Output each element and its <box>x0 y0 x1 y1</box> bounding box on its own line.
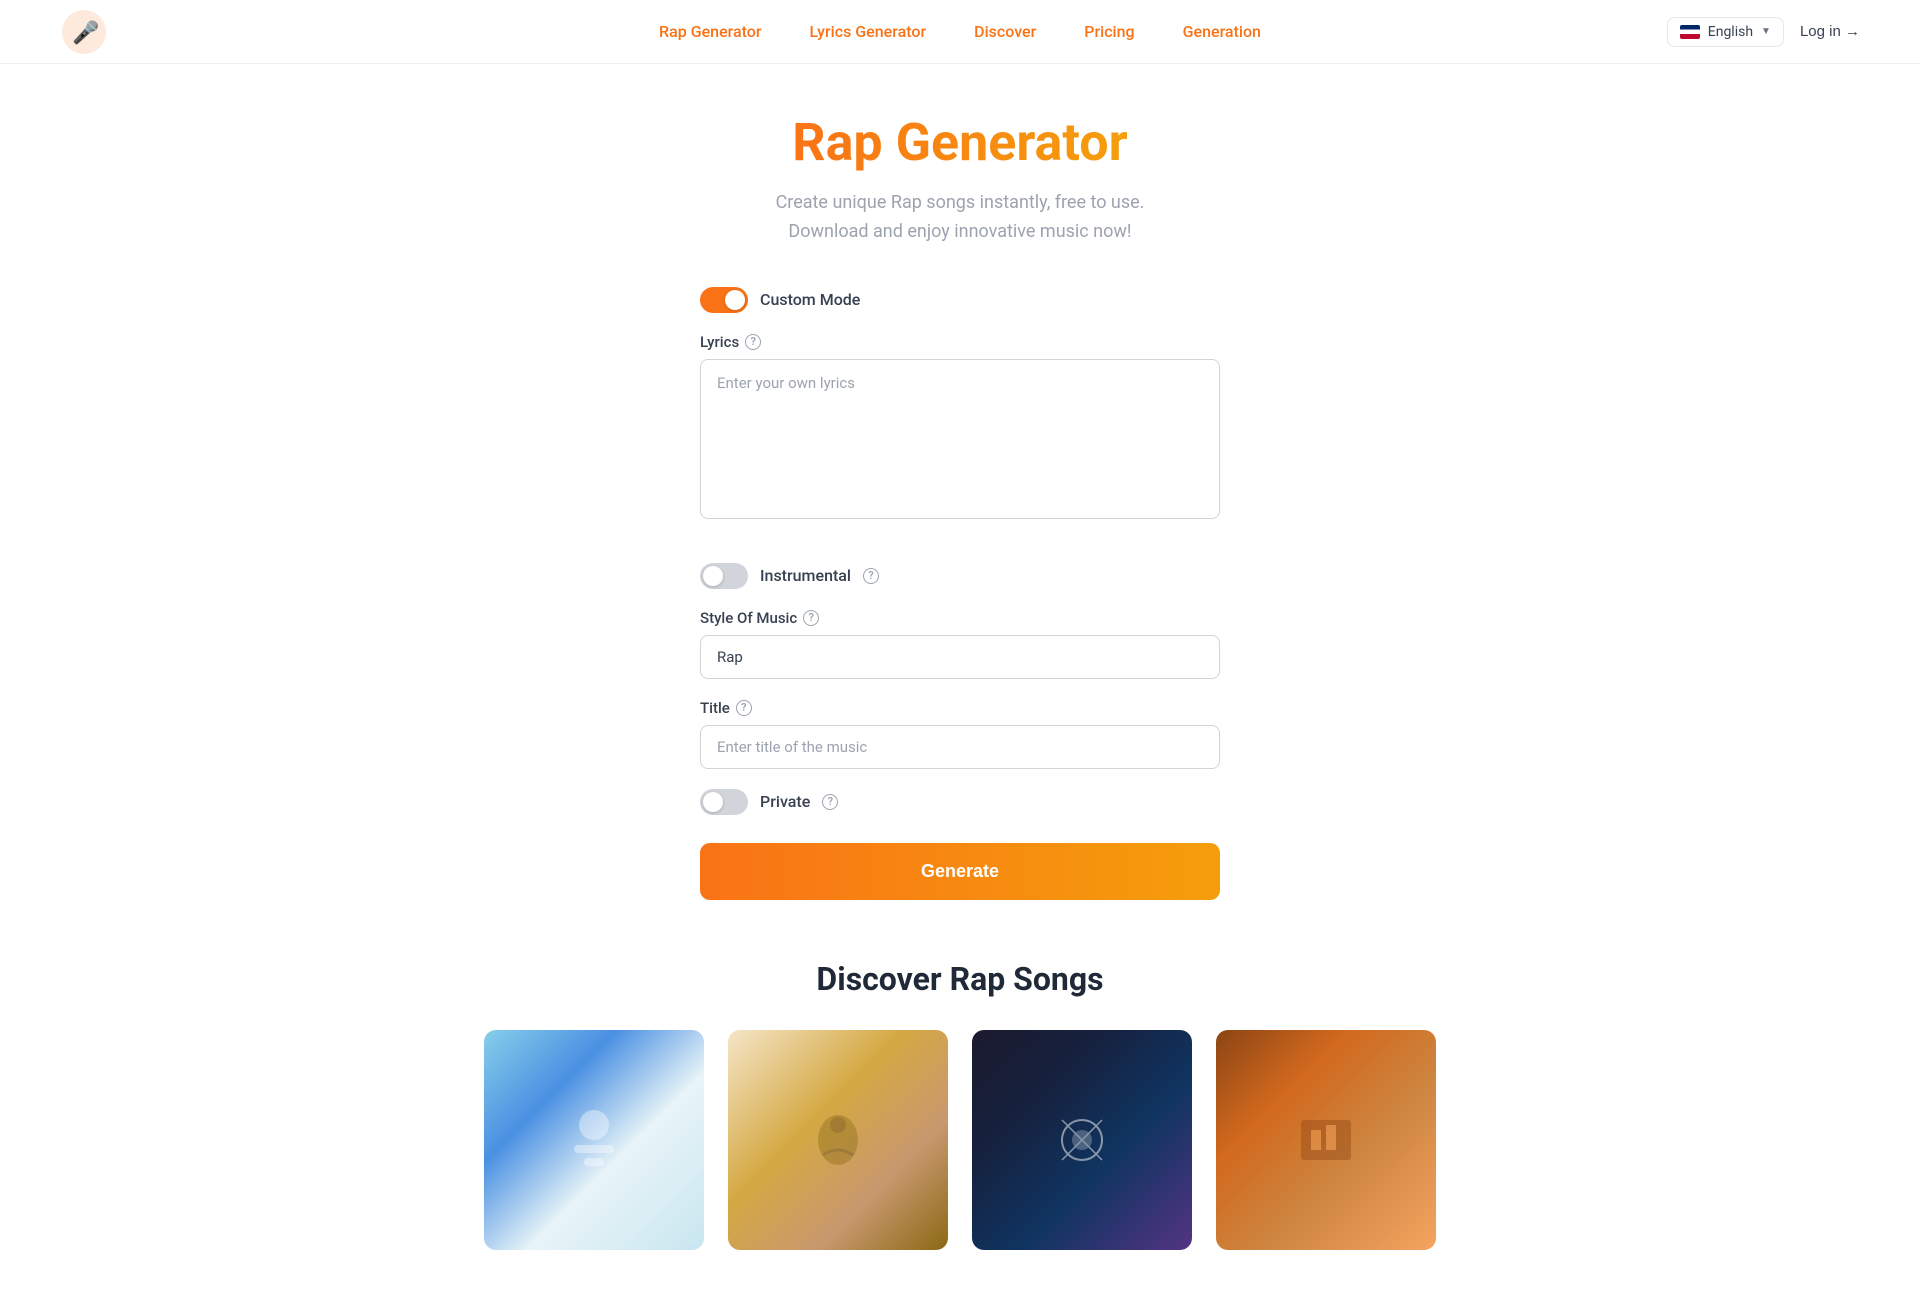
instrumental-help-icon[interactable]: ? <box>863 568 879 584</box>
svg-text:🎤: 🎤 <box>72 19 99 46</box>
nav-link-discover[interactable]: Discover <box>974 22 1036 41</box>
logo[interactable]: 🎤 <box>60 8 108 56</box>
page-subtitle: Create unique Rap songs instantly, free … <box>776 189 1145 247</box>
private-toggle[interactable] <box>700 789 748 815</box>
subtitle-line2: Download and enjoy innovative music now! <box>788 221 1131 242</box>
song-card-4[interactable] <box>1216 1030 1436 1250</box>
lyrics-textarea[interactable] <box>700 359 1220 519</box>
style-field-group: Style Of Music ? <box>700 609 1220 679</box>
style-input[interactable] <box>700 635 1220 679</box>
page-title: Rap Generator <box>792 112 1127 173</box>
chevron-down-icon: ▼ <box>1761 26 1771 37</box>
subtitle-line1: Create unique Rap songs instantly, free … <box>776 192 1145 213</box>
instrumental-toggle[interactable] <box>700 563 748 589</box>
title-help-icon[interactable]: ? <box>736 700 752 716</box>
custom-mode-label: Custom Mode <box>760 290 860 309</box>
private-help-icon[interactable]: ? <box>822 794 838 810</box>
nav-right: English ▼ Log in → <box>1667 17 1860 47</box>
style-help-icon[interactable]: ? <box>803 610 819 626</box>
nav-link-generation[interactable]: Generation <box>1183 22 1261 41</box>
instrumental-label: Instrumental <box>760 566 851 585</box>
discover-section: Discover Rap Songs <box>20 960 1900 1250</box>
title-field-group: Title ? <box>700 699 1220 769</box>
language-selector[interactable]: English ▼ <box>1667 17 1784 47</box>
song-card-2[interactable] <box>728 1030 948 1250</box>
language-label: English <box>1708 24 1753 40</box>
song-art-3 <box>972 1030 1192 1250</box>
discover-title: Discover Rap Songs <box>20 960 1900 998</box>
private-row: Private ? <box>700 789 1220 815</box>
custom-mode-knob <box>725 290 745 310</box>
lyrics-field-group: Lyrics ? <box>700 333 1220 543</box>
title-input[interactable] <box>700 725 1220 769</box>
private-knob <box>703 792 723 812</box>
custom-mode-toggle[interactable] <box>700 287 748 313</box>
nav-links: Rap Generator Lyrics Generator Discover … <box>659 22 1261 41</box>
style-label: Style Of Music ? <box>700 609 1220 627</box>
songs-grid <box>20 1030 1900 1250</box>
custom-mode-row: Custom Mode <box>700 287 1220 313</box>
instrumental-row: Instrumental ? <box>700 563 1220 589</box>
song-card-1[interactable] <box>484 1030 704 1250</box>
nav-link-pricing[interactable]: Pricing <box>1084 22 1134 41</box>
login-button[interactable]: Log in → <box>1800 23 1860 40</box>
generate-button[interactable]: Generate <box>700 843 1220 900</box>
navbar: 🎤 Rap Generator Lyrics Generator Discove… <box>0 0 1920 64</box>
flag-icon <box>1680 25 1700 39</box>
lyrics-label: Lyrics ? <box>700 333 1220 351</box>
song-art-4 <box>1216 1030 1436 1250</box>
private-label: Private <box>760 792 810 811</box>
nav-link-rap-generator[interactable]: Rap Generator <box>659 22 761 41</box>
song-art-1 <box>484 1030 704 1250</box>
title-label: Title ? <box>700 699 1220 717</box>
custom-mode-slider <box>700 287 748 313</box>
main-content: Rap Generator Create unique Rap songs in… <box>0 64 1920 1310</box>
private-slider <box>700 789 748 815</box>
instrumental-slider <box>700 563 748 589</box>
instrumental-knob <box>703 566 723 586</box>
form-container: Custom Mode Lyrics ? Instrumental ? <box>700 287 1220 960</box>
nav-link-lyrics-generator[interactable]: Lyrics Generator <box>810 22 927 41</box>
lyrics-help-icon[interactable]: ? <box>745 334 761 350</box>
song-card-3[interactable] <box>972 1030 1192 1250</box>
song-art-2 <box>728 1030 948 1250</box>
